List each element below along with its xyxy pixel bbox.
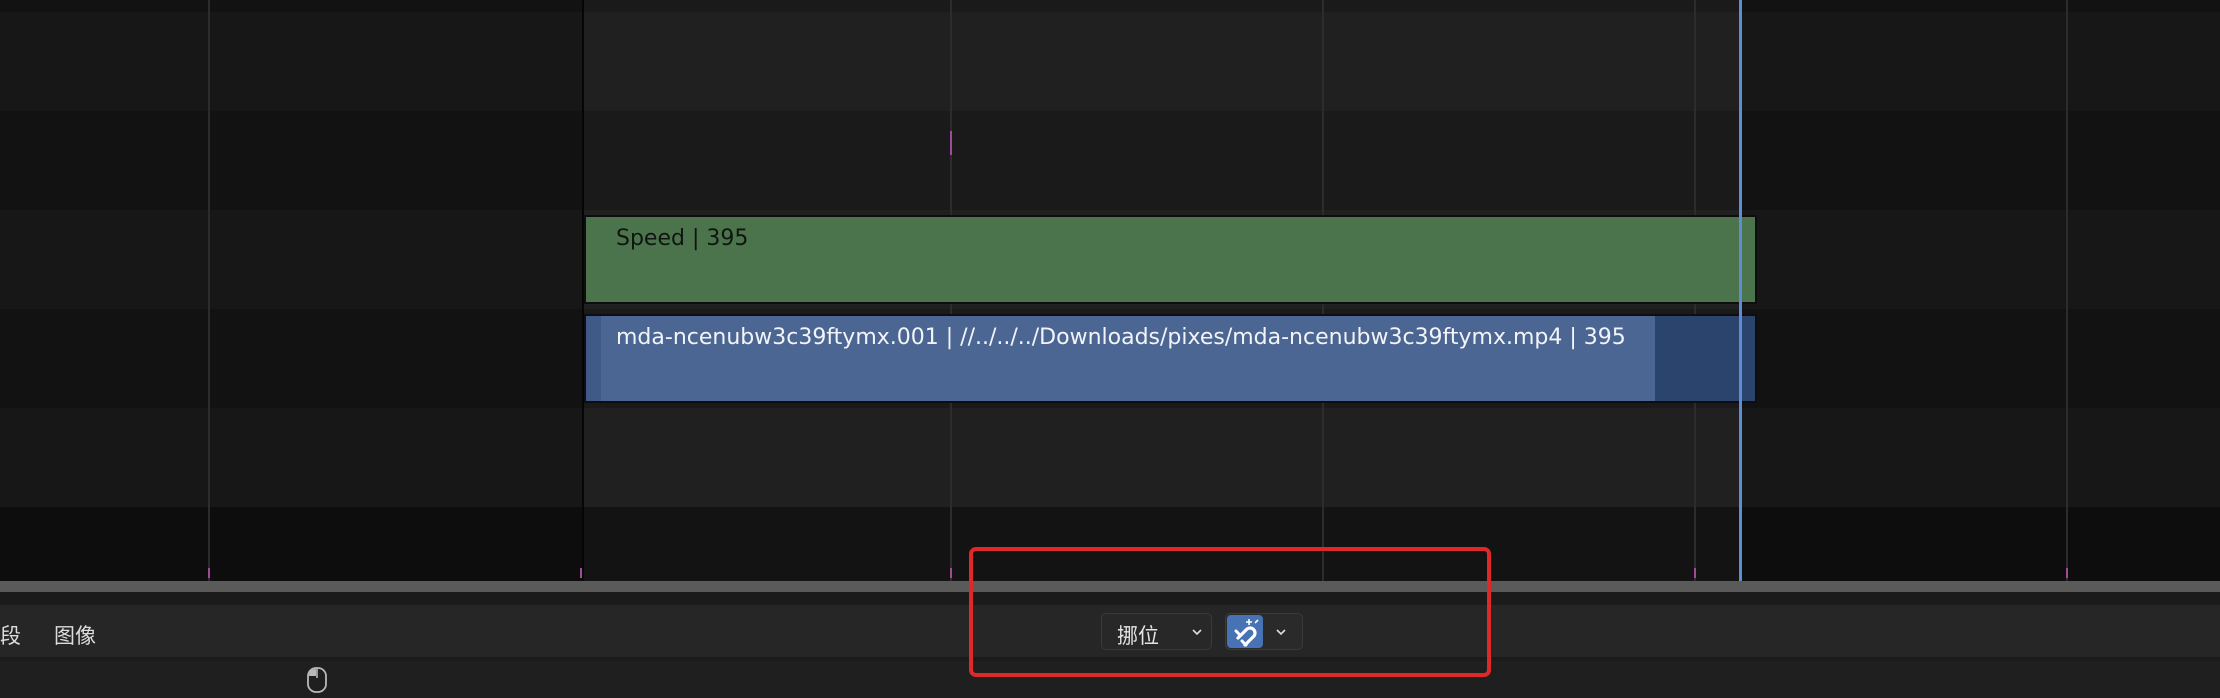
marker-tick bbox=[2066, 568, 2068, 578]
speed-effect-strip[interactable]: Speed | 395 bbox=[584, 215, 1757, 304]
out-of-range-shade bbox=[0, 0, 583, 592]
snap-toggle-button[interactable] bbox=[1227, 615, 1263, 648]
mouse-icon bbox=[307, 667, 327, 693]
frame-grid-line bbox=[2066, 0, 2068, 592]
status-bar bbox=[0, 661, 2220, 698]
overlap-mode-dropdown[interactable]: 挪位 bbox=[1101, 613, 1212, 650]
marker-tick bbox=[208, 568, 210, 578]
overlap-mode-label: 挪位 bbox=[1117, 624, 1159, 648]
chevron-down-icon bbox=[1192, 629, 1202, 636]
horizontal-scrollbar[interactable] bbox=[0, 581, 2220, 592]
menu-image[interactable]: 图像 bbox=[54, 620, 96, 650]
playhead[interactable] bbox=[1739, 0, 1742, 592]
sequencer-header: 段 图像 挪位 bbox=[0, 605, 2220, 657]
sequencer-timeline[interactable]: Speed | 395 mda-ncenubw3c39ftymx.001 | /… bbox=[0, 0, 2220, 592]
frame-grid-line bbox=[208, 0, 210, 592]
magnet-icon bbox=[1234, 619, 1259, 647]
menu-strip[interactable]: 段 bbox=[0, 620, 21, 650]
speed-strip-label: Speed | 395 bbox=[616, 226, 749, 251]
marker-tick bbox=[950, 568, 952, 578]
movie-strip[interactable]: mda-ncenubw3c39ftymx.001 | //../../../Do… bbox=[584, 314, 1757, 403]
strip-left-handle[interactable] bbox=[586, 316, 601, 401]
movie-strip-label: mda-ncenubw3c39ftymx.001 | //../../../Do… bbox=[616, 325, 1626, 350]
chevron-down-icon[interactable] bbox=[1276, 627, 1286, 637]
marker-tick bbox=[950, 131, 952, 155]
out-of-range-shade bbox=[1742, 0, 2220, 592]
snap-toggle-group bbox=[1225, 613, 1303, 650]
marker-tick bbox=[1694, 568, 1696, 578]
marker-tick bbox=[580, 568, 582, 578]
